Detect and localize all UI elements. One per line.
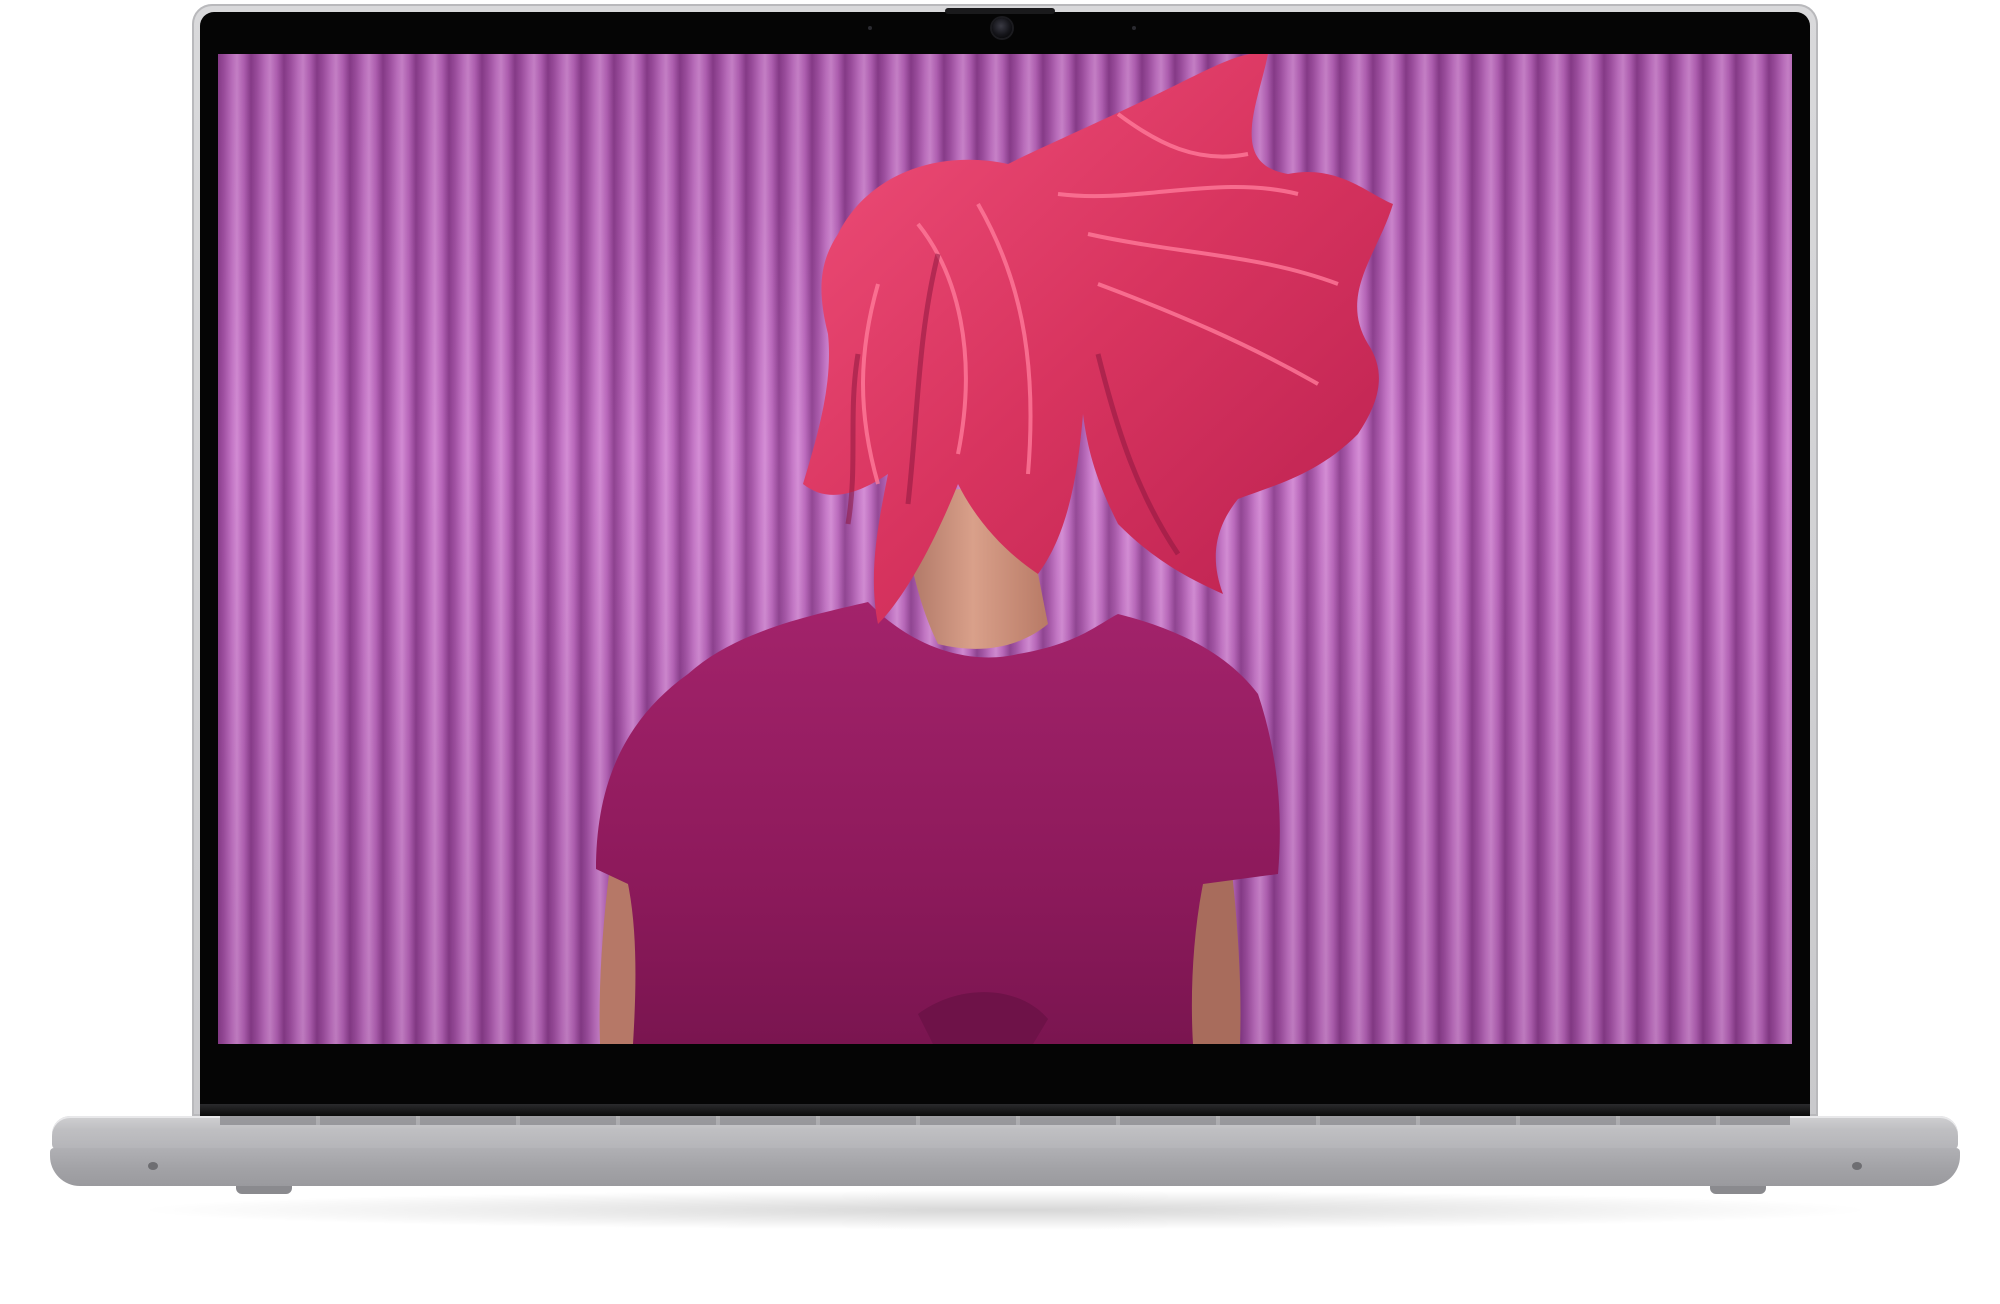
webcam-housing: [945, 8, 1055, 14]
right-speaker-icon: [1852, 1162, 1862, 1170]
ambient-sensor: [868, 26, 872, 30]
webcam-icon: [992, 18, 1012, 38]
keyboard-edge: [220, 1116, 1790, 1125]
woman-photo: [596, 54, 1393, 1044]
product-image: [0, 0, 2000, 1304]
floor-shadow: [130, 1190, 1880, 1230]
left-speaker-icon: [148, 1162, 158, 1170]
laptop-display: [218, 54, 1792, 1044]
ir-sensor: [1132, 26, 1136, 30]
shirt: [596, 602, 1280, 1044]
right-foot: [1710, 1186, 1766, 1194]
base-front-edge: [50, 1148, 1960, 1186]
hair: [803, 54, 1393, 624]
hinge: [200, 1104, 1810, 1116]
left-foot: [236, 1186, 292, 1194]
